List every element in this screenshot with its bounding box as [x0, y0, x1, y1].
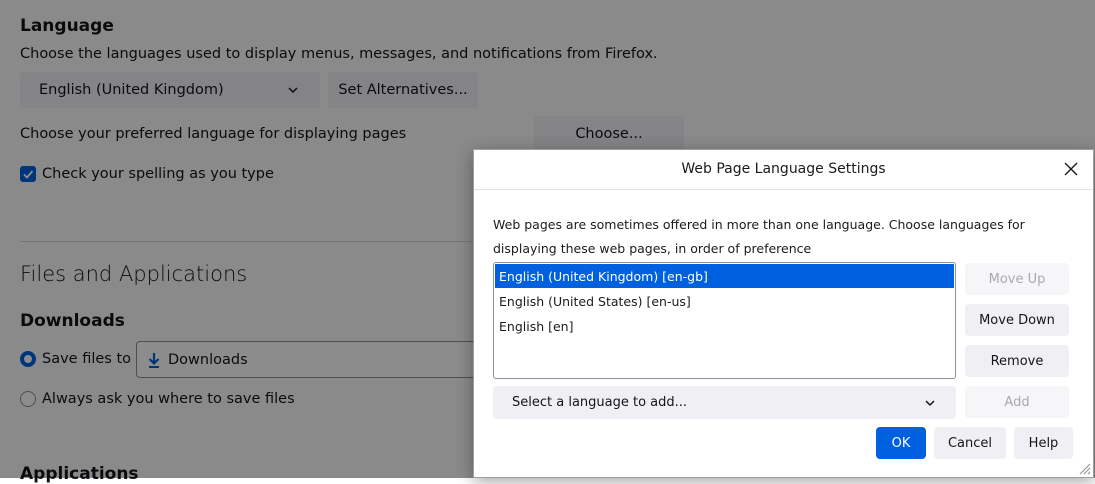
cancel-label: Cancel — [947, 435, 993, 451]
language-list-item[interactable]: English (United States) [en-us] — [495, 289, 954, 313]
add-language-placeholder: Select a language to add... — [512, 395, 688, 410]
dialog-titlebar: Web Page Language Settings — [474, 150, 1093, 190]
web-page-language-dialog: Web Page Language Settings Web pages are… — [473, 149, 1094, 478]
resize-grip-icon[interactable] — [1077, 461, 1091, 475]
move-up-button[interactable]: Move Up — [965, 263, 1069, 295]
move-down-button[interactable]: Move Down — [965, 304, 1069, 336]
language-list-item[interactable]: English (United Kingdom) [en-gb] — [495, 264, 954, 288]
move-up-label: Move Up — [988, 271, 1046, 287]
remove-button[interactable]: Remove — [965, 345, 1069, 377]
dialog-description: Web pages are sometimes offered in more … — [493, 217, 1025, 256]
remove-label: Remove — [990, 353, 1044, 369]
help-label: Help — [1028, 435, 1059, 451]
language-list[interactable]: English (United Kingdom) [en-gb] English… — [493, 262, 956, 379]
ok-label: OK — [891, 435, 911, 451]
add-button[interactable]: Add — [965, 386, 1069, 418]
ok-button[interactable]: OK — [876, 427, 926, 459]
dialog-title: Web Page Language Settings — [681, 161, 886, 177]
language-list-item[interactable]: English [en] — [495, 314, 954, 338]
help-button[interactable]: Help — [1014, 427, 1073, 459]
chevron-down-icon — [925, 399, 935, 406]
move-down-label: Move Down — [979, 312, 1055, 328]
cancel-button[interactable]: Cancel — [934, 427, 1006, 459]
add-language-dropdown[interactable]: Select a language to add... — [493, 386, 956, 419]
add-label: Add — [1004, 394, 1030, 410]
close-icon[interactable] — [1063, 161, 1079, 177]
